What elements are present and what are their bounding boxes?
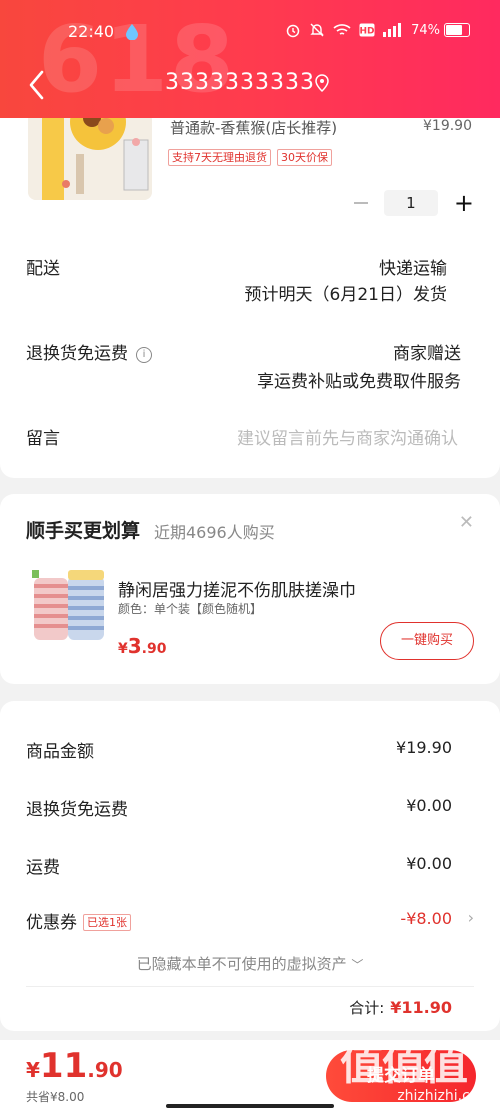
upsell-price: ¥3.90: [118, 634, 166, 658]
message-label: 留言: [26, 429, 60, 449]
upsell-price-int: 3: [127, 634, 142, 658]
upsell-product-image[interactable]: [28, 566, 108, 644]
delivery-label: 配送: [26, 259, 60, 279]
product-price: ¥19.90: [423, 118, 472, 134]
total-value: ¥11.90: [390, 998, 452, 1017]
status-icons: HD 74%: [285, 22, 470, 38]
home-indicator[interactable]: [166, 1104, 334, 1108]
upsell-card: 顺手买更划算 近期4696人购买 ✕ 静闲居强力搓泥不伤肌肤搓澡巾 颜色：单个装…: [0, 494, 500, 684]
svg-text:HD: HD: [360, 27, 375, 37]
return-shipping-row: 退换货免运费 i: [26, 339, 152, 364]
water-drop-icon: [126, 24, 138, 40]
bottom-price-yen: ¥: [26, 1058, 40, 1082]
chevron-down-icon: ﹀: [351, 958, 364, 972]
shipping-fee-label: 运费: [26, 858, 60, 878]
close-icon[interactable]: ✕: [459, 512, 474, 533]
goods-amount-value: ¥19.90: [396, 738, 452, 757]
saved-amount: 共省¥8.00: [26, 1090, 85, 1104]
summary-card: 商品金额 ¥19.90 退换货免运费 ¥0.00 运费 ¥0.00 优惠券 已选1…: [0, 701, 500, 1031]
goods-amount-label: 商品金额: [26, 742, 94, 762]
return-shipping-value: 商家赠送: [393, 344, 461, 364]
coupon-row[interactable]: 优惠券 已选1张: [26, 908, 131, 933]
divider: [26, 986, 474, 987]
hidden-assets-note: 已隐藏本单不可使用的虚拟资产: [136, 955, 347, 973]
product-thumbnail[interactable]: [28, 112, 152, 200]
mute-bell-icon: [310, 23, 324, 37]
return-shipping-label: 退换货免运费: [26, 344, 128, 364]
battery-percent: 74%: [411, 22, 440, 38]
delivery-eta: 预计明天（6月21日）发货: [244, 285, 447, 305]
plus-icon[interactable]: +: [454, 191, 474, 215]
tag-price-protect: 30天价保: [277, 149, 332, 166]
product-spec: 普通款-香蕉猴(店长推荐): [170, 119, 338, 137]
hidden-assets-toggle[interactable]: 已隐藏本单不可使用的虚拟资产 ﹀: [0, 953, 500, 974]
tag-return-7-days: 支持7天无理由退货: [168, 149, 271, 166]
chevron-right-icon[interactable]: ›: [468, 908, 474, 927]
battery: 74%: [411, 23, 470, 38]
status-bar: 22:40 HD 74%: [0, 18, 500, 48]
coupon-selected-tag: 已选1张: [83, 914, 131, 931]
coupon-value[interactable]: -¥8.00: [400, 909, 452, 928]
location-pin-icon[interactable]: [314, 74, 330, 92]
return-free-label: 退换货免运费: [26, 800, 128, 820]
header: 618 22:40 HD 74% 3333333333: [0, 0, 500, 118]
bottom-price-int: 11: [39, 1046, 88, 1086]
back-arrow-icon[interactable]: [26, 68, 48, 102]
message-input[interactable]: 建议留言前先与商家沟通确认: [237, 424, 458, 449]
order-card: 普通款-香蕉猴(店长推荐) ¥19.90 支持7天无理由退货 30天价保 1 +…: [0, 100, 500, 478]
service-tags: 支持7天无理由退货 30天价保: [168, 149, 332, 166]
wifi-icon: [333, 24, 351, 35]
minus-icon[interactable]: [353, 202, 368, 204]
alarm-icon: [286, 24, 300, 38]
bottom-total-price: ¥11.90: [26, 1046, 123, 1086]
status-time: 22:40: [68, 22, 115, 41]
quantity-stepper: 1 +: [353, 190, 474, 216]
quantity-input[interactable]: 1: [383, 190, 438, 216]
info-icon[interactable]: i: [136, 347, 152, 363]
battery-icon: [444, 23, 470, 37]
page-title[interactable]: 3333333333: [165, 70, 315, 95]
delivery-method[interactable]: 快递运输: [379, 254, 447, 279]
one-click-buy-button[interactable]: 一键购买: [380, 622, 474, 660]
upsell-price-dec: .90: [141, 641, 167, 657]
hd-icon: HD: [360, 23, 375, 37]
return-shipping-desc: 享运费补贴或免费取件服务: [257, 372, 461, 392]
coupon-label: 优惠券: [26, 913, 77, 933]
total-line: 合计: ¥11.90: [349, 997, 452, 1018]
upsell-price-yen: ¥: [118, 641, 128, 657]
upsell-item-variant: 颜色：单个装【颜色随机】: [118, 602, 263, 616]
signal-icon: [383, 23, 402, 37]
upsell-subtitle: 近期4696人购买: [154, 523, 275, 542]
product-image: [28, 112, 152, 200]
bottom-price-dec: .90: [87, 1058, 123, 1082]
total-label: 合计:: [349, 999, 385, 1017]
upsell-item-name[interactable]: 静闲居强力搓泥不伤肌肤搓澡巾: [118, 576, 356, 601]
nav-bar: 3333333333: [0, 60, 500, 110]
shipping-fee-value: ¥0.00: [406, 854, 452, 873]
battery-fill: [446, 25, 462, 35]
site-watermark-url: zhizhizhi.com: [397, 1088, 492, 1104]
return-free-value: ¥0.00: [406, 796, 452, 815]
upsell-title: 顺手买更划算: [26, 520, 141, 542]
